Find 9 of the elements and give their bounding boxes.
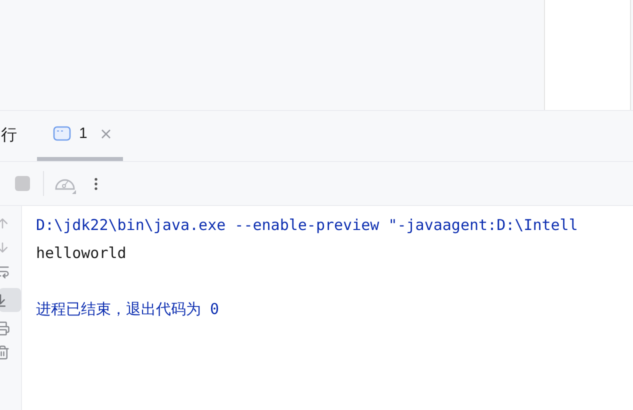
console-tab[interactable]: 1 [37,111,123,161]
tool-window-title: 行 [1,126,17,146]
tab-label: 1 [79,124,88,144]
console-line: helloworld [36,243,126,264]
console-line: D:\jdk22\bin\java.exe --enable-preview "-javaagent:D:\Intell [36,215,578,236]
scroll-to-end-button[interactable] [0,288,21,312]
console-icon [53,126,71,142]
close-icon[interactable] [101,129,112,139]
console-line: 进程已结束，退出代码为 0 [36,299,220,320]
